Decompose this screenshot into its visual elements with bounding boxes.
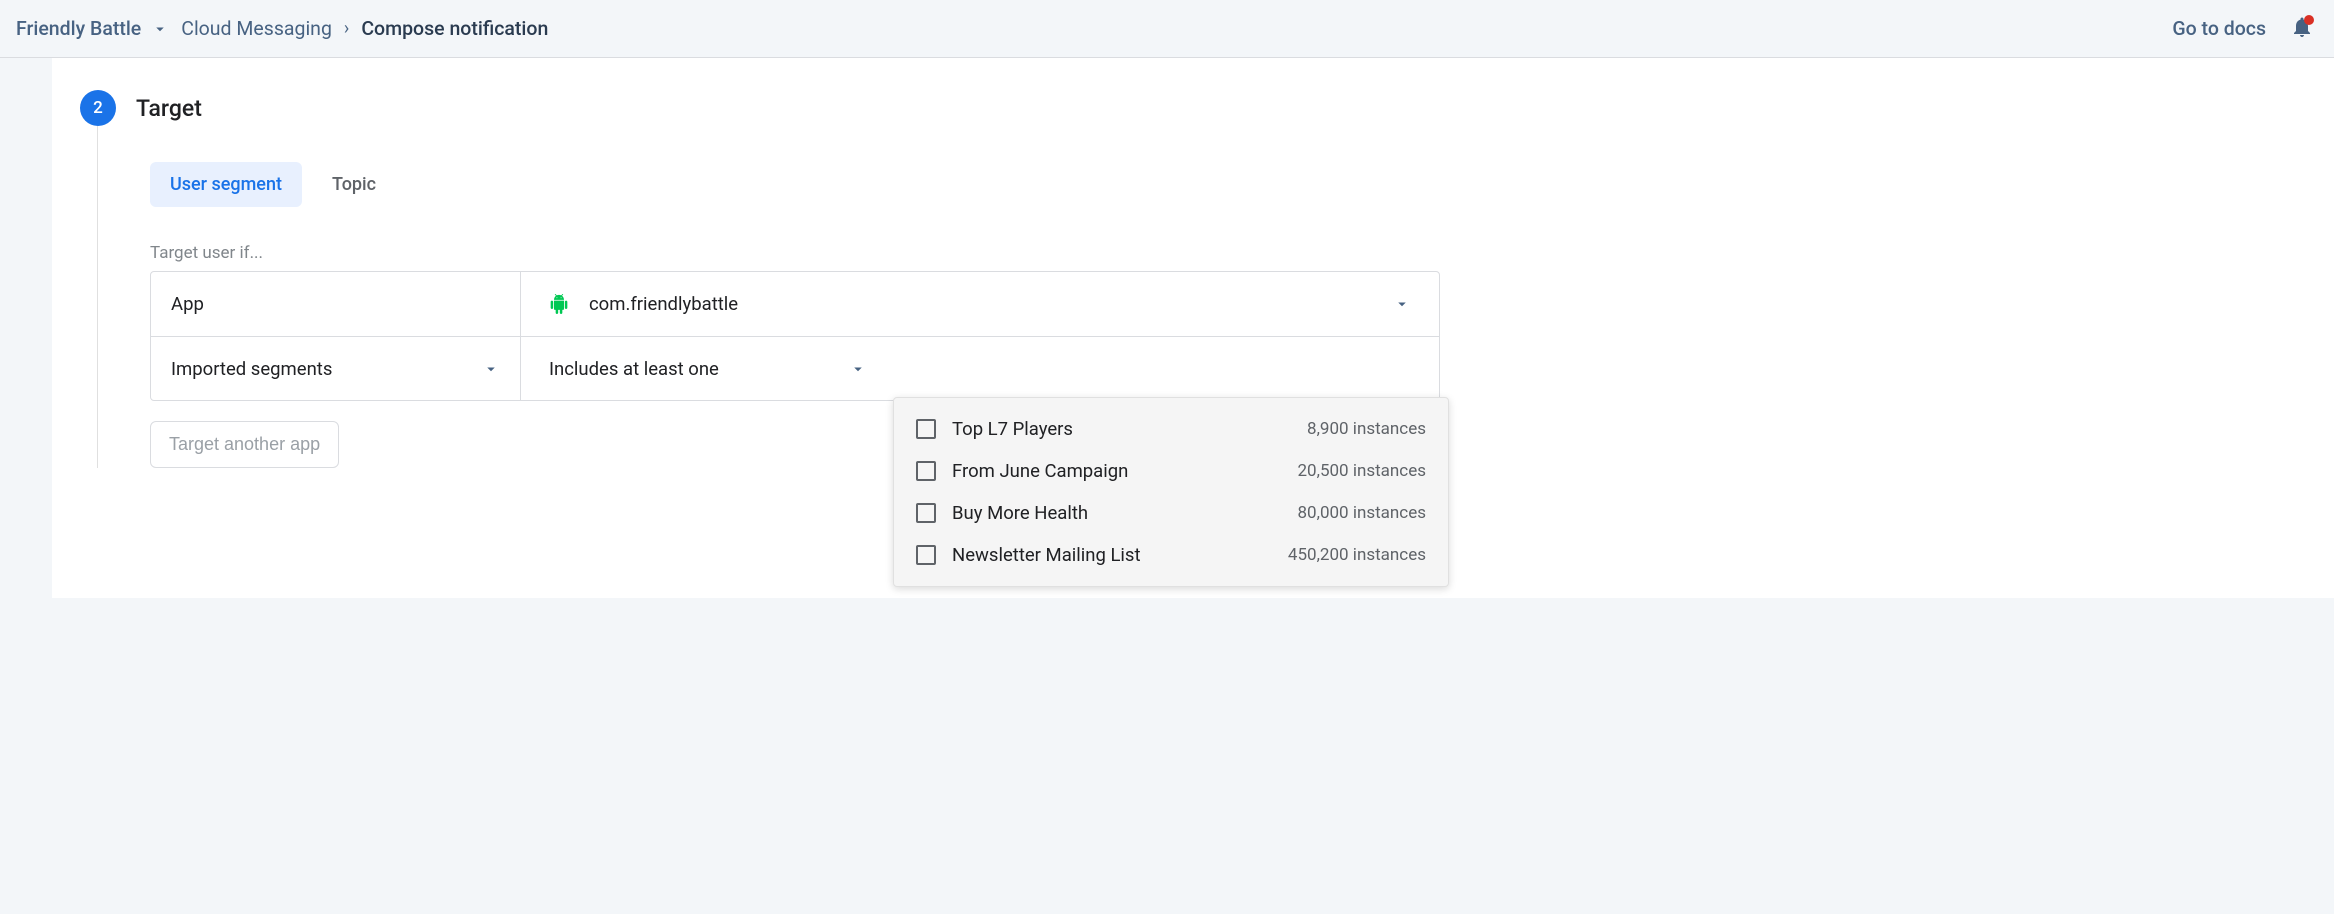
header-actions: Go to docs [2172,15,2318,43]
segment-option[interactable]: From June Campaign 20,500 instances [894,450,1448,492]
top-header: Friendly Battle Cloud Messaging › Compos… [0,0,2334,58]
step-body: User segment Topic Target user if... App… [97,126,2334,468]
notification-dot-icon [2304,15,2314,25]
segment-option[interactable]: Top L7 Players 8,900 instances [894,408,1448,450]
target-row-segments: Imported segments Includes at least one … [151,336,1439,400]
segment-option[interactable]: Newsletter Mailing List 450,200 instance… [894,534,1448,576]
segment-option-count: 80,000 instances [1297,503,1426,523]
segment-option[interactable]: Buy More Health 80,000 instances [894,492,1448,534]
checkbox-icon[interactable] [916,461,936,481]
segment-type-selector[interactable]: Imported segments [151,337,521,400]
docs-link[interactable]: Go to docs [2172,17,2266,40]
step-number-badge: 2 [80,90,116,126]
breadcrumb-current: Compose notification [361,17,548,40]
segment-option-count: 450,200 instances [1288,545,1426,565]
breadcrumb-separator-icon: › [344,18,349,39]
checkbox-icon[interactable] [916,419,936,439]
segment-type-label: Imported segments [171,358,332,380]
breadcrumb: Friendly Battle Cloud Messaging › Compos… [16,17,2172,40]
project-selector[interactable]: Friendly Battle [16,17,169,40]
step-heading: 2 Target [52,90,2334,126]
notifications-button[interactable] [2290,15,2314,43]
app-identity: com.friendlybattle [549,293,738,315]
target-row-app: App com.friendlybattle [151,272,1439,336]
app-value-selector[interactable]: com.friendlybattle [521,272,1439,336]
dropdown-icon [482,360,500,378]
checkbox-icon[interactable] [916,503,936,523]
segment-option-label: Newsletter Mailing List [952,544,1272,566]
breadcrumb-service[interactable]: Cloud Messaging [181,17,332,40]
project-name: Friendly Battle [16,17,141,40]
app-label: App [171,293,204,315]
tab-topic[interactable]: Topic [312,162,396,207]
segment-option-count: 20,500 instances [1297,461,1426,481]
main-panel: 2 Target User segment Topic Target user … [52,58,2334,598]
operator-label: Includes at least one [549,358,719,380]
condition-label: Target user if... [150,243,2334,263]
dropdown-icon [1393,295,1411,313]
checkbox-icon[interactable] [916,545,936,565]
segment-options-dropdown: Top L7 Players 8,900 instances From June… [893,397,1449,587]
app-id-value: com.friendlybattle [589,293,738,315]
segment-option-label: Top L7 Players [952,418,1291,440]
android-icon [549,293,569,315]
tab-user-segment[interactable]: User segment [150,162,302,207]
target-another-app-button[interactable]: Target another app [150,421,339,468]
target-conditions: App com.friendlybattle Imported segments [150,271,1440,401]
segment-option-label: From June Campaign [952,460,1281,482]
step-title: Target [136,95,202,122]
dropdown-icon [849,360,867,378]
bell-icon [2290,15,2314,39]
segment-operator-selector[interactable]: Includes at least one Top L7 Players 8,9… [521,337,1439,400]
target-tabs: User segment Topic [150,162,2334,207]
segment-option-count: 8,900 instances [1307,419,1426,439]
app-label-cell: App [151,272,521,336]
segment-option-label: Buy More Health [952,502,1281,524]
dropdown-icon [151,20,169,38]
